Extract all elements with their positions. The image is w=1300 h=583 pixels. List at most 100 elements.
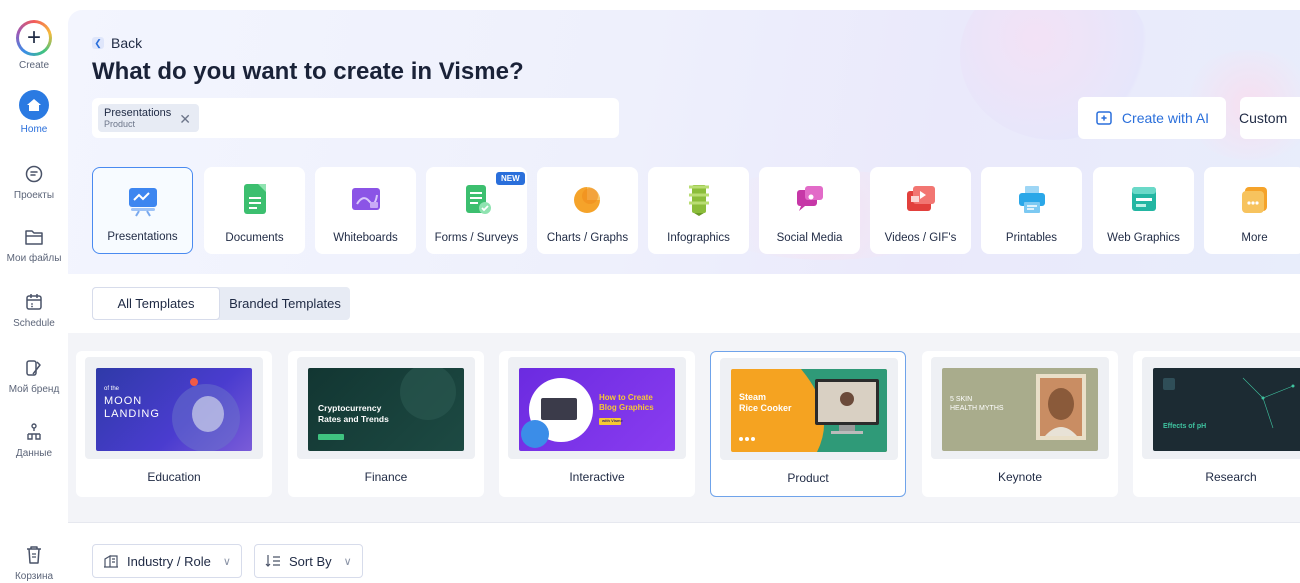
close-icon[interactable]: ✕ bbox=[179, 111, 191, 128]
template-label: Education bbox=[147, 470, 201, 484]
new-badge: NEW bbox=[496, 172, 525, 185]
presentation-icon bbox=[125, 182, 161, 218]
template-label: Keynote bbox=[997, 470, 1043, 484]
category-label: Charts / Graphs bbox=[546, 232, 629, 244]
template-thumbnail-frame: Cryptocurrency Rates and Trends bbox=[297, 357, 475, 459]
thumb-text: Cryptocurrency bbox=[318, 403, 382, 413]
ai-sparkle-icon bbox=[1096, 111, 1112, 125]
sidebar-item-projects[interactable]: Проекты bbox=[0, 162, 68, 201]
brand-icon bbox=[22, 356, 46, 380]
sidebar-item-trash[interactable]: Корзина bbox=[0, 543, 68, 582]
trash-icon bbox=[22, 543, 46, 567]
sort-by-label: Sort By bbox=[289, 553, 332, 569]
thumb-text: 5 SKIN bbox=[950, 396, 973, 403]
sidebar-item-label: Корзина bbox=[14, 571, 54, 582]
template-card-research[interactable]: Effects of pH Research bbox=[1133, 351, 1300, 497]
back-button[interactable]: ❮ Back bbox=[92, 35, 142, 51]
template-label: Finance bbox=[364, 470, 408, 484]
template-thumbnail-frame: 5 SKIN HEALTH MYTHS bbox=[931, 357, 1109, 459]
sidebar-item-create[interactable]: + Create bbox=[0, 20, 68, 71]
category-label: Forms / Surveys bbox=[434, 232, 519, 244]
social-icon bbox=[792, 181, 828, 217]
category-more[interactable]: More bbox=[1204, 167, 1300, 254]
thumb-text: Steam bbox=[739, 392, 767, 402]
thumb-text: MOON bbox=[104, 395, 143, 407]
printer-icon bbox=[1014, 181, 1050, 217]
template-thumbnail: Steam Rice Cooker bbox=[731, 369, 887, 452]
folder-icon bbox=[22, 225, 46, 249]
category-social[interactable]: Social Media bbox=[759, 167, 860, 254]
template-card-education[interactable]: of the MOON LANDING Education bbox=[76, 351, 272, 497]
ai-button-label: Create with AI bbox=[1121, 110, 1210, 126]
thumb-text: Effects of pH bbox=[1163, 423, 1207, 430]
industry-role-dropdown[interactable]: Industry / Role ∨ bbox=[92, 544, 242, 578]
back-label: Back bbox=[111, 35, 143, 51]
sort-by-dropdown[interactable]: Sort By ∨ bbox=[254, 544, 363, 578]
category-documents[interactable]: Documents bbox=[204, 167, 305, 254]
sidebar-item-label: Home bbox=[20, 124, 48, 135]
sidebar-item-data[interactable]: Данные bbox=[0, 420, 68, 459]
whiteboard-icon bbox=[348, 181, 384, 217]
industry-role-label: Industry / Role bbox=[127, 553, 211, 569]
sidebar-item-label: Мой бренд bbox=[8, 384, 60, 395]
chip-title: Presentations bbox=[104, 107, 172, 119]
custom-button-label: Custom bbox=[1239, 110, 1288, 126]
thumb-text: Blog Graphics bbox=[599, 403, 654, 412]
category-web-graphics[interactable]: Web Graphics bbox=[1093, 167, 1194, 254]
tab-all-templates[interactable]: All Templates bbox=[92, 287, 220, 320]
template-label: Research bbox=[1205, 470, 1257, 484]
category-label: Social Media bbox=[776, 232, 843, 244]
custom-size-button[interactable]: Custom bbox=[1239, 97, 1300, 139]
chevron-down-icon: ∨ bbox=[343, 555, 352, 568]
sidebar-item-label: Проекты bbox=[13, 190, 55, 201]
sidebar-item-label: Create bbox=[18, 60, 49, 71]
category-label: More bbox=[1241, 232, 1268, 244]
sidebar-item-brand[interactable]: Мой бренд bbox=[0, 356, 68, 395]
category-label: Documents bbox=[225, 232, 284, 244]
category-charts[interactable]: Charts / Graphs bbox=[537, 167, 638, 254]
video-icon bbox=[903, 181, 939, 217]
sidebar-item-home[interactable]: Home bbox=[0, 90, 68, 135]
category-videos[interactable]: Videos / GIF's bbox=[870, 167, 971, 254]
sidebar-item-files[interactable]: Мои файлы bbox=[0, 225, 68, 264]
template-card-keynote[interactable]: 5 SKIN HEALTH MYTHS Keynote bbox=[922, 351, 1118, 497]
sidebar: + Create Home Проекты Мои файлы Schedule… bbox=[0, 0, 68, 583]
infographic-icon bbox=[681, 181, 717, 217]
category-printables[interactable]: Printables bbox=[981, 167, 1082, 254]
template-thumbnail-frame: Effects of pH bbox=[1142, 357, 1300, 459]
template-thumbnail: Effects of pH bbox=[1153, 368, 1300, 451]
category-infographics[interactable]: Infographics bbox=[648, 167, 749, 254]
category-presentations[interactable]: Presentations bbox=[92, 167, 193, 254]
chevron-left-icon: ❮ bbox=[92, 37, 104, 49]
divider bbox=[68, 522, 1300, 523]
template-card-interactive[interactable]: How to Create Blog Graphics with Visme I… bbox=[499, 351, 695, 497]
template-thumbnail: of the MOON LANDING bbox=[96, 368, 252, 451]
projects-icon bbox=[22, 162, 46, 186]
template-card-product[interactable]: Steam Rice Cooker Product bbox=[710, 351, 906, 497]
category-whiteboards[interactable]: Whiteboards bbox=[315, 167, 416, 254]
template-label: Product bbox=[787, 471, 829, 485]
category-label: Infographics bbox=[667, 232, 730, 244]
tab-branded-templates[interactable]: Branded Templates bbox=[220, 287, 350, 320]
create-with-ai-button[interactable]: Create with AI bbox=[1078, 97, 1226, 139]
thumb-text: of the bbox=[104, 386, 120, 392]
home-icon bbox=[19, 90, 49, 120]
template-label: Interactive bbox=[569, 470, 625, 484]
template-thumbnail: Cryptocurrency Rates and Trends bbox=[308, 368, 464, 451]
thumb-text: Rates and Trends bbox=[318, 414, 389, 424]
data-icon bbox=[22, 420, 46, 444]
chevron-down-icon: ∨ bbox=[222, 555, 231, 568]
template-card-finance[interactable]: Cryptocurrency Rates and Trends Finance bbox=[288, 351, 484, 497]
sort-icon bbox=[265, 555, 280, 567]
sidebar-item-schedule[interactable]: Schedule bbox=[0, 290, 68, 329]
thumb-text: with Visme bbox=[602, 418, 623, 423]
chip-subtitle: Product bbox=[104, 119, 136, 129]
search-input[interactable]: Presentations Product ✕ bbox=[92, 98, 619, 138]
category-label: Videos / GIF's bbox=[884, 232, 957, 244]
category-label: Whiteboards bbox=[333, 232, 398, 244]
category-label: Web Graphics bbox=[1107, 232, 1180, 244]
template-tabs: All Templates Branded Templates bbox=[92, 287, 350, 320]
more-icon bbox=[1237, 181, 1273, 217]
template-thumbnail-frame: Steam Rice Cooker bbox=[720, 358, 898, 460]
building-icon bbox=[104, 554, 118, 568]
